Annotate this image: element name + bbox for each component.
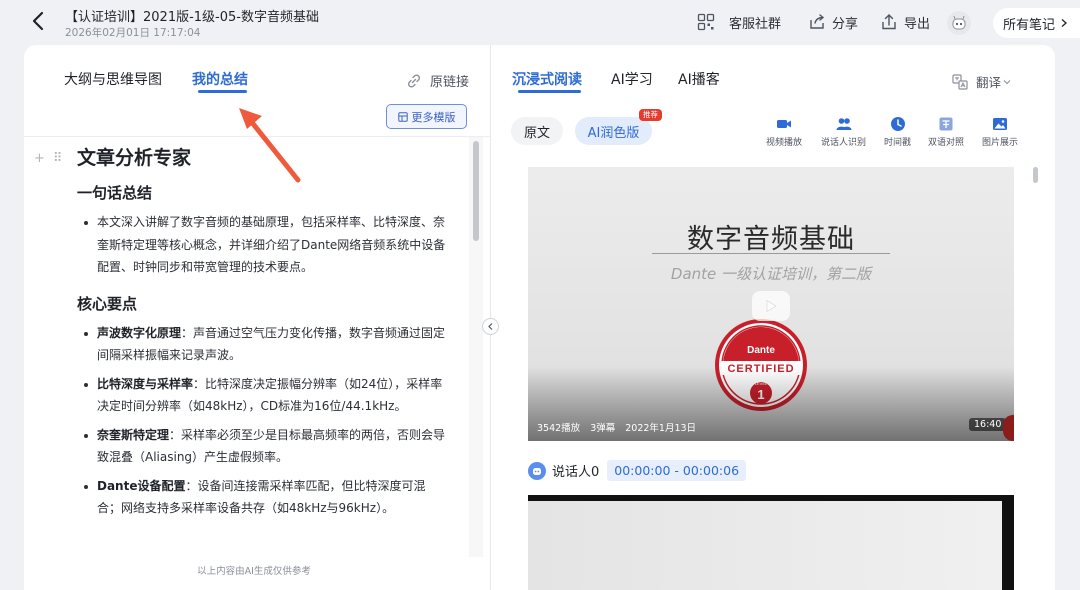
video-frame-image — [528, 501, 1002, 590]
translate-icon — [952, 73, 968, 90]
video-camera-icon — [777, 120, 791, 128]
bilingual-icon — [939, 117, 953, 131]
original-link-label: 原链接 — [430, 75, 470, 90]
link-icon — [407, 73, 421, 88]
user-avatar[interactable] — [947, 11, 971, 35]
speaker-icon — [528, 461, 546, 480]
page-title: 【认证培训】2021版-1级-05-数字音频基础 — [65, 10, 319, 25]
service-group-button[interactable]: 客服社群 — [697, 12, 781, 32]
tool-video-play[interactable]: 视频播放 — [766, 116, 802, 148]
original-link-button[interactable]: 原链接 — [406, 71, 469, 90]
video-slide-title: 数字音频基础 — [687, 224, 855, 255]
left-scrollbar-thumb[interactable] — [473, 141, 479, 241]
video-meta: 3542播放 3弹幕 2022年1月13日 — [537, 420, 696, 434]
tab-outline-mindmap[interactable]: 大纲与思维导图 — [64, 69, 162, 89]
video-date: 2022年1月13日 — [625, 423, 697, 434]
chevron-down-icon — [1003, 79, 1011, 84]
view-original-button[interactable]: 原文 — [511, 117, 563, 145]
speaker-row: 说话人0 00:00:00 - 00:00:06 — [528, 460, 747, 481]
clock-icon — [890, 117, 905, 131]
play-icon — [766, 299, 777, 313]
speaker-name: 说话人0 — [552, 465, 600, 480]
back-button[interactable] — [28, 10, 50, 32]
video-slide-rule — [652, 253, 890, 254]
tool-bilingual[interactable]: 双语对照 — [928, 116, 964, 148]
active-tab-underline — [198, 90, 247, 93]
export-label: 导出 — [904, 16, 931, 32]
chevron-right-icon — [1061, 19, 1068, 27]
list-item: 声波数字化原理：声音通过空气压力变化传播，数字音频通过固定间隔采样振幅来记录声波… — [84, 322, 447, 367]
collapse-pane-button[interactable] — [482, 318, 499, 335]
more-templates-label: 更多模版 — [411, 110, 456, 124]
tool-timestamp[interactable]: 时间戳 — [884, 116, 911, 148]
right-scrollbar-thumb[interactable] — [1033, 167, 1038, 183]
tab-my-summary[interactable]: 我的总结 — [192, 69, 248, 89]
translate-label: 翻译 — [976, 75, 1002, 90]
video-side-badge — [1003, 415, 1014, 441]
tab-immersive-reading[interactable]: 沉浸式阅读 — [512, 69, 582, 89]
view-ai-polished-button[interactable]: AI润色版 — [575, 117, 652, 145]
key-points-list: 声波数字化原理：声音通过空气压力变化传播，数字音频通过固定间隔采样振幅来记录声波… — [77, 322, 447, 520]
tool-speaker-identify[interactable]: 说话人识别 — [821, 116, 866, 148]
video-frame-preview[interactable] — [528, 495, 1014, 590]
key-point-term: 比特深度与采样率 — [97, 376, 194, 391]
tool-label: 时间戳 — [884, 138, 912, 148]
video-slide-subtitle: Dante 一级认证培训，第二版 — [670, 265, 872, 283]
key-points-heading: 核心要点 — [77, 294, 138, 313]
summary-content: 文章分析专家 一句话总结 本文深入讲解了数字音频的基础原理，包括采样率、比特深度… — [77, 143, 447, 526]
video-danmaku: 3弹幕 — [590, 423, 616, 434]
tool-image-display[interactable]: 图片展示 — [982, 116, 1018, 148]
list-item: 本文深入讲解了数字音频的基础原理，包括采样率、比特深度、奈奎斯特定理等核心概念，… — [84, 211, 447, 279]
translate-button[interactable]: 翻译 — [952, 72, 1011, 91]
robot-avatar-icon — [952, 15, 966, 30]
speaker-timerange[interactable]: 00:00:00 - 00:00:06 — [607, 460, 747, 481]
recommend-badge: 推荐 — [639, 109, 662, 121]
image-icon — [993, 118, 1007, 130]
tool-label: 视频播放 — [766, 138, 803, 148]
drag-handle-icon[interactable]: ⠿ — [53, 151, 63, 166]
all-notes-label: 所有笔记 — [1003, 17, 1056, 33]
block-handle[interactable]: + ⠿ — [34, 151, 62, 166]
active-tab-underline — [518, 90, 581, 93]
export-button[interactable]: 导出 — [880, 12, 930, 32]
summary-list: 本文深入讲解了数字音频的基础原理，包括采样率、比特深度、奈奎斯特定理等核心概念，… — [77, 211, 447, 279]
annotation-arrow — [239, 108, 301, 183]
share-icon — [810, 14, 825, 29]
video-plays: 3542播放 — [537, 423, 581, 434]
top-bar: 【认证培训】2021版-1级-05-数字音频基础 2026年02月01日 17:… — [0, 0, 1080, 44]
plus-icon[interactable]: + — [34, 151, 45, 166]
play-button[interactable] — [752, 291, 790, 321]
ai-disclaimer: 以上内容由AI生成仅供参考 — [197, 566, 311, 577]
users-icon — [836, 118, 851, 130]
main-card: 大纲与思维导图 我的总结 原链接 更多模版 + ⠿ 文章分析专家 一句话总结 本… — [24, 45, 1055, 590]
video-player[interactable]: 数字音频基础 Dante 一级认证培训，第二版 Dante CERTIFIED … — [528, 167, 1014, 441]
service-group-label: 客服社群 — [729, 16, 782, 32]
page-date: 2026年02月01日 17:17:04 — [65, 27, 201, 39]
all-notes-button[interactable]: 所有笔记 — [993, 8, 1080, 38]
tool-label: 说话人识别 — [821, 138, 867, 148]
tool-label: 双语对照 — [928, 138, 965, 148]
tool-label: 图片展示 — [982, 138, 1019, 148]
tab-ai-podcast[interactable]: AI播客 — [678, 69, 720, 89]
share-label: 分享 — [832, 16, 859, 32]
more-templates-button[interactable]: 更多模版 — [386, 104, 467, 129]
tab-ai-learning[interactable]: AI学习 — [611, 69, 653, 89]
share-button[interactable]: 分享 — [808, 12, 858, 32]
template-icon — [397, 111, 408, 122]
key-point-term: 声波数字化原理 — [97, 325, 182, 340]
chevron-left-icon — [32, 11, 44, 31]
video-duration: 16:40 — [969, 418, 1007, 431]
chevron-left-icon — [488, 323, 493, 330]
list-item: 奈奎斯特定理：采样率必须至少是目标最高频率的两倍，否则会导致混叠（Aliasin… — [84, 424, 447, 469]
key-point-term: 奈奎斯特定理 — [97, 427, 170, 442]
list-item: 比特深度与采样率：比特深度决定振幅分辨率（如24位），采样率决定时间分辨率（如4… — [84, 373, 447, 418]
key-point-term: Dante设备配置 — [97, 478, 186, 493]
grid-icon — [697, 13, 715, 31]
list-item: Dante设备配置：设备间连接需采样率匹配，但比特深度可混合；网络支持多采样率设… — [84, 475, 447, 520]
export-icon — [882, 14, 896, 30]
seal-brand: Dante — [747, 345, 775, 356]
